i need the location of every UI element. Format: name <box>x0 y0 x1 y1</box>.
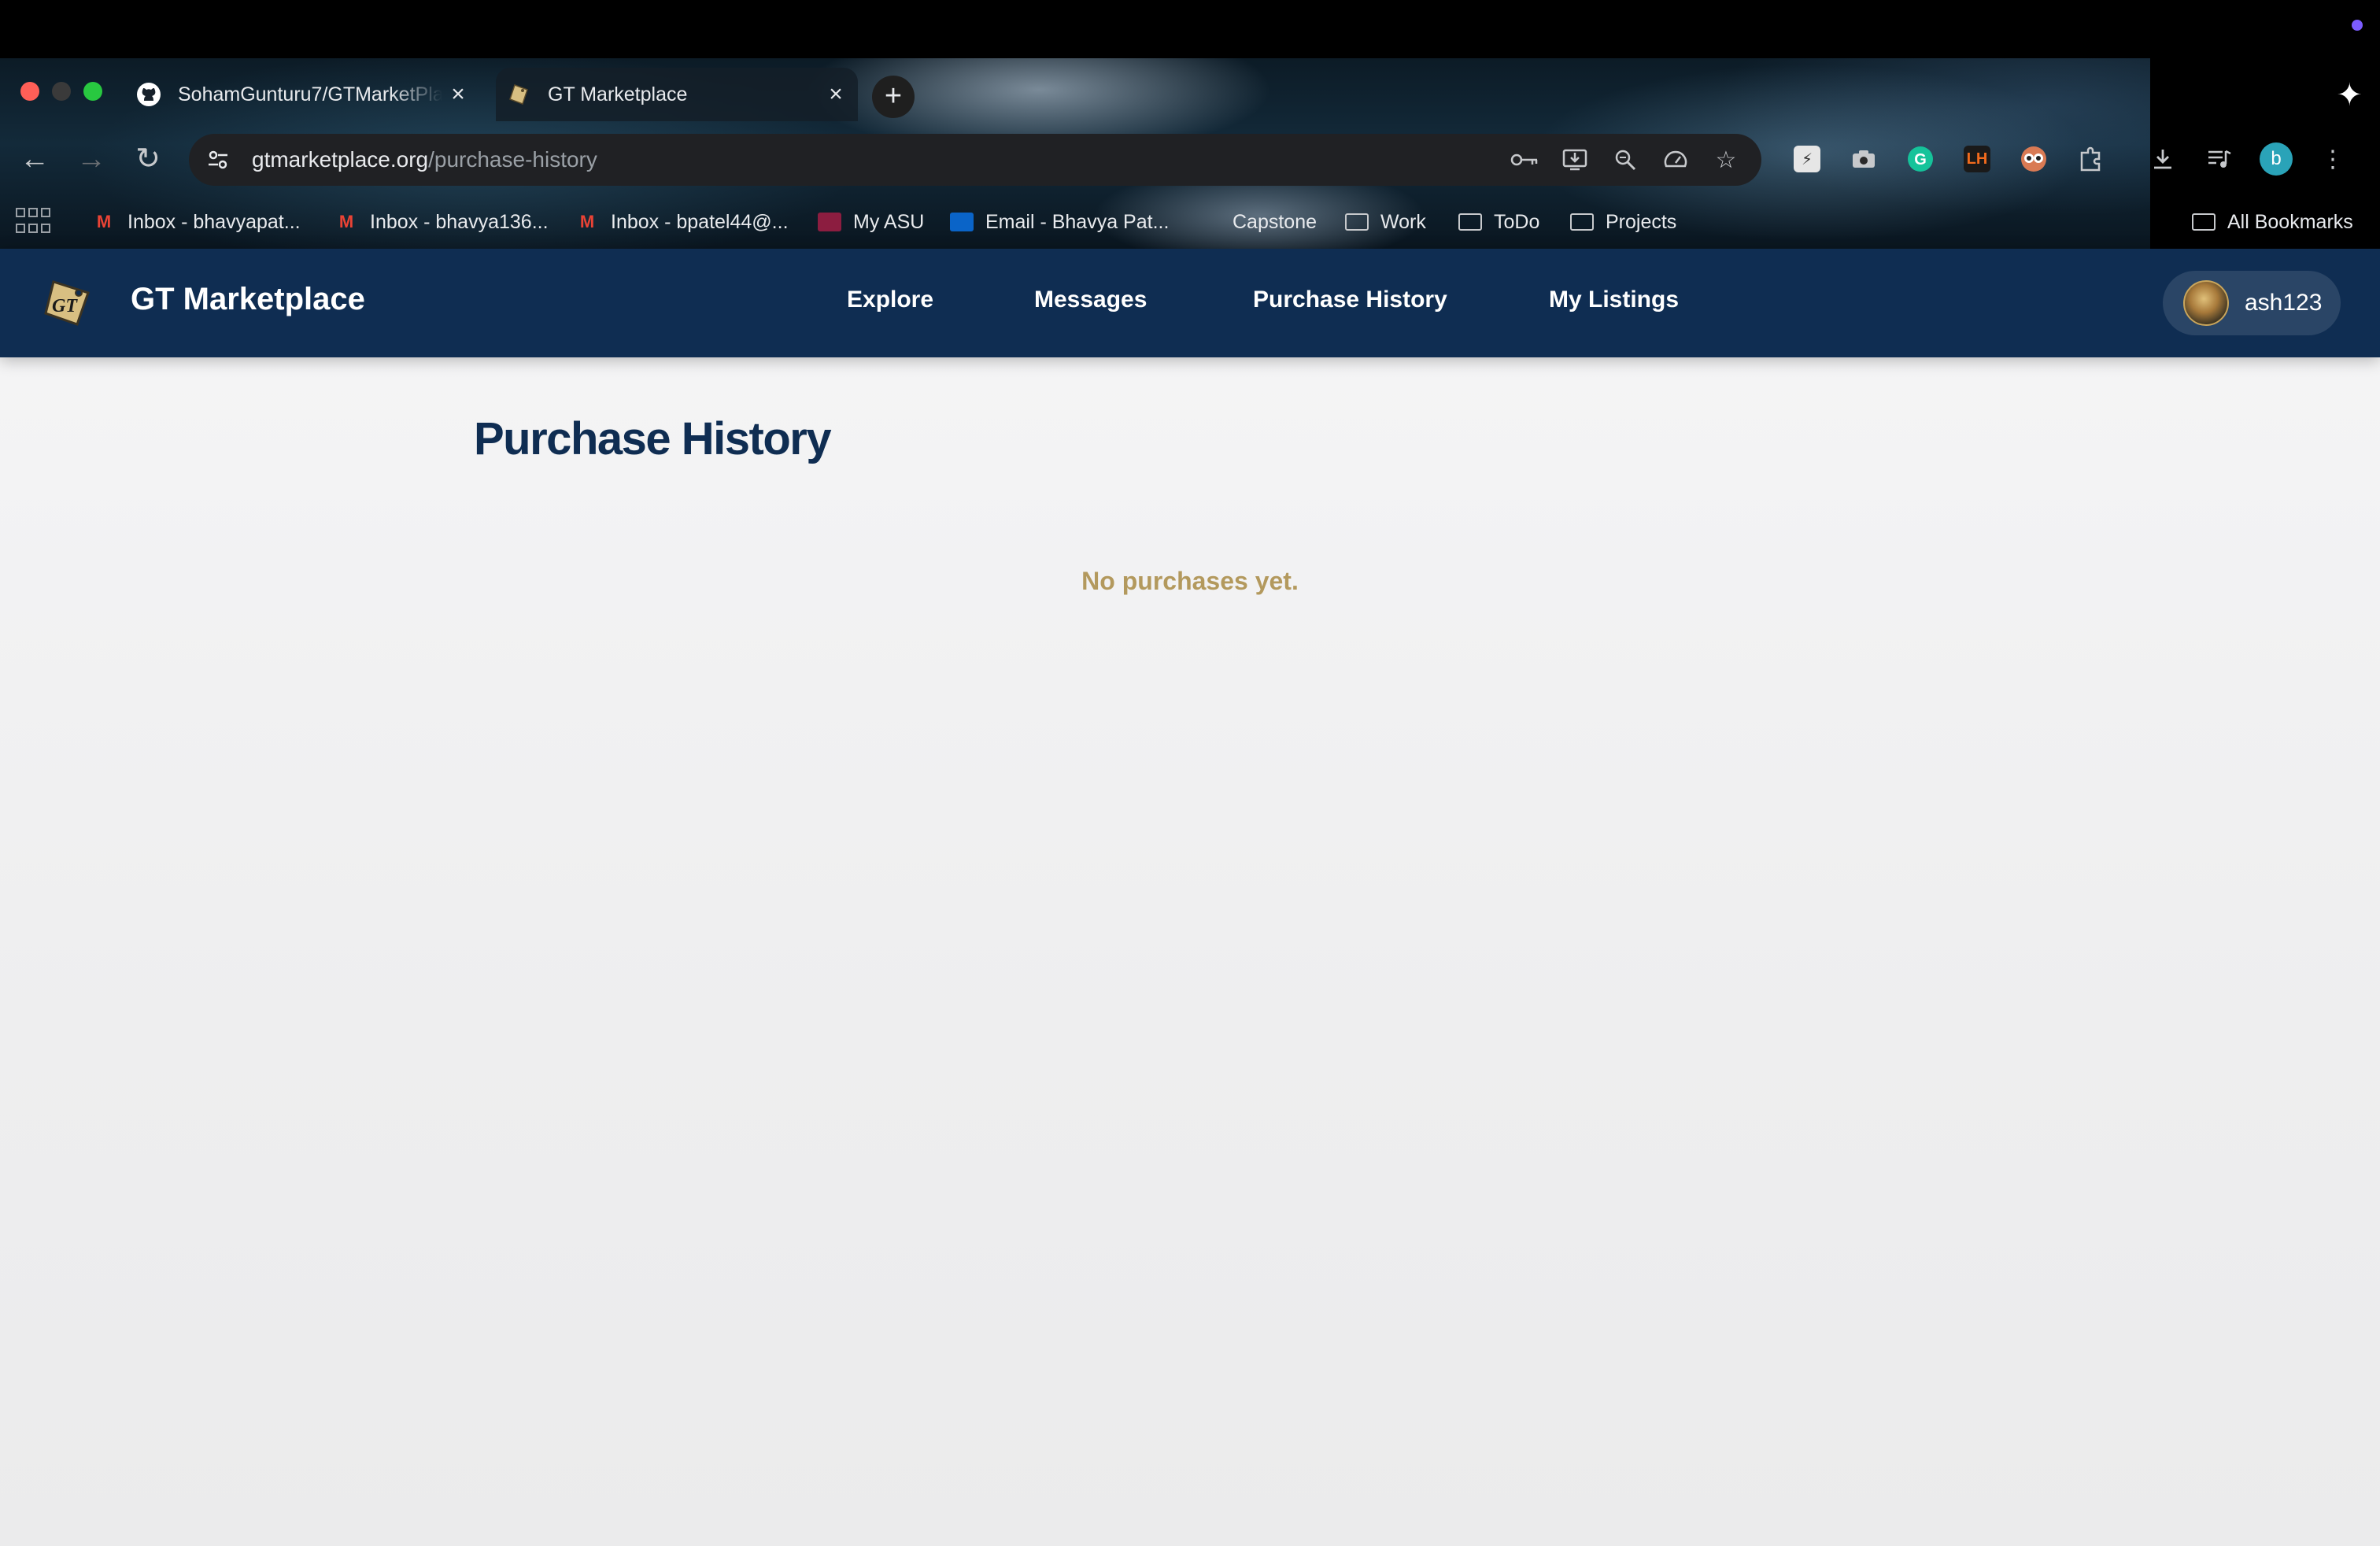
gt-marketplace-favicon <box>505 81 532 108</box>
site-navbar: GT GT Marketplace Explore Messages Purch… <box>0 249 2380 357</box>
window-close-button[interactable] <box>20 82 39 101</box>
svg-text:G: G <box>1914 151 1927 168</box>
zoom-icon[interactable] <box>1610 145 1640 175</box>
bookmark-folder-projects[interactable]: Projects <box>1569 206 1676 238</box>
back-button[interactable]: ← <box>13 137 57 181</box>
browser-tab-github[interactable]: SohamGunturu7/GTMarketPlace × <box>126 68 480 121</box>
brand-name[interactable]: GT Marketplace <box>131 282 365 317</box>
empty-state-message: No purchases yet. <box>1081 567 1299 595</box>
page-icon <box>1196 211 1221 233</box>
notes-extension-icon[interactable]: ⚡ <box>1787 137 1828 181</box>
nav-purchase-history[interactable]: Purchase History <box>1253 287 1447 313</box>
folder-icon <box>2191 211 2216 233</box>
profile-avatar[interactable]: b <box>2256 137 2297 181</box>
downloads-icon[interactable] <box>2142 137 2183 181</box>
avatar <box>2183 280 2229 326</box>
install-app-icon[interactable] <box>1560 145 1590 175</box>
nav-messages[interactable]: Messages <box>1034 287 1147 313</box>
folder-icon <box>1569 211 1595 233</box>
url-domain: gtmarketplace.org <box>252 147 429 172</box>
password-key-icon[interactable] <box>1510 145 1539 175</box>
bookmark-inbox-3[interactable]: M Inbox - bpatel44@... <box>575 206 789 238</box>
tab-close-icon[interactable]: × <box>442 81 474 108</box>
github-icon <box>135 81 162 108</box>
bookmark-folder-work[interactable]: Work <box>1344 206 1426 238</box>
url-text: gtmarketplace.org/purchase-history <box>252 147 597 172</box>
svg-text:GT: GT <box>52 296 78 316</box>
gemini-sparkle-icon[interactable]: ✦ <box>2336 76 2363 115</box>
bookmark-folder-todo[interactable]: ToDo <box>1458 206 1539 238</box>
folder-icon <box>1344 211 1369 233</box>
bookmark-inbox-1[interactable]: M Inbox - bhavyapat... <box>91 206 301 238</box>
user-menu-button[interactable]: ash123 <box>2163 271 2341 335</box>
username: ash123 <box>2245 290 2323 316</box>
browser-tab-gt-marketplace[interactable]: GT Marketplace × <box>496 68 858 121</box>
window-maximize-button[interactable] <box>83 82 102 101</box>
grammarly-extension-icon[interactable]: G <box>1900 137 1941 181</box>
bookmark-email-outlook[interactable]: Email - Bhavya Pat... <box>949 206 1169 238</box>
new-tab-button[interactable]: + <box>872 76 915 118</box>
gmail-icon: M <box>579 212 595 231</box>
reload-button[interactable]: ↻ <box>126 137 170 181</box>
site-info-icon[interactable] <box>203 145 233 175</box>
apps-grid-icon[interactable] <box>16 208 50 236</box>
puzzle-extensions-icon[interactable] <box>2070 137 2111 181</box>
forward-button[interactable]: → <box>69 137 113 181</box>
camera-extension-icon[interactable] <box>1843 137 1884 181</box>
browser-chrome: SohamGunturu7/GTMarketPlace × GT Marketp… <box>0 58 2380 249</box>
performance-icon[interactable] <box>1661 145 1691 175</box>
gt-logo-icon[interactable]: GT <box>42 279 93 327</box>
bookmark-my-asu[interactable]: My ASU <box>817 206 924 238</box>
gmail-icon: M <box>96 212 112 231</box>
outlook-icon <box>949 211 974 233</box>
url-path: /purchase-history <box>428 147 597 172</box>
tab-close-icon[interactable]: × <box>820 81 852 108</box>
system-menu-bar <box>0 0 2380 58</box>
extensions-bar: ⚡ G LH b ⋮ <box>1787 137 2353 181</box>
lighthouse-extension-icon[interactable]: LH <box>1957 137 1998 181</box>
folder-icon <box>1458 211 1483 233</box>
nav-my-listings[interactable]: My Listings <box>1549 287 1679 313</box>
gmail-icon: M <box>338 212 354 231</box>
page-content: GT GT Marketplace Explore Messages Purch… <box>0 249 2380 1546</box>
asu-icon <box>817 211 842 233</box>
nav-explore[interactable]: Explore <box>847 287 933 313</box>
page-title: Purchase History <box>474 413 832 464</box>
browser-menu-icon[interactable]: ⋮ <box>2312 137 2353 181</box>
bookmark-star-icon[interactable]: ☆ <box>1711 145 1741 175</box>
tab-title: SohamGunturu7/GTMarketPlace <box>178 83 442 105</box>
bookmarks-bar: M Inbox - bhavyapat... M Inbox - bhavya1… <box>0 200 2380 244</box>
bookmark-capstone[interactable]: Capstone <box>1196 206 1317 238</box>
address-bar[interactable]: gtmarketplace.org/purchase-history ☆ <box>189 134 1761 186</box>
media-control-icon[interactable] <box>2199 137 2240 181</box>
status-dot-icon <box>2352 20 2363 31</box>
bookmark-inbox-2[interactable]: M Inbox - bhavya136... <box>334 206 549 238</box>
tab-title: GT Marketplace <box>548 83 688 105</box>
owl-extension-icon[interactable] <box>2013 137 2054 181</box>
window-minimize-button[interactable] <box>52 82 71 101</box>
all-bookmarks-button[interactable]: All Bookmarks <box>2191 206 2353 238</box>
